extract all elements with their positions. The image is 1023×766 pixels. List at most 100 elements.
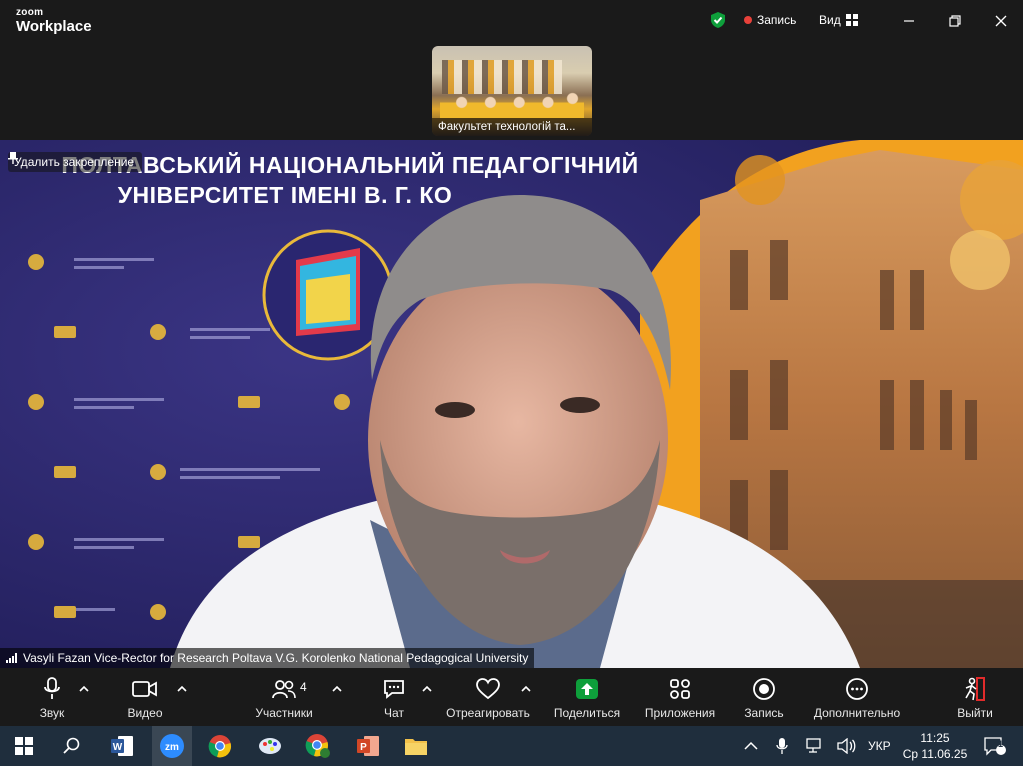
apps-button[interactable]: Приложения	[632, 676, 728, 720]
pin-icon	[8, 152, 18, 164]
video-options-chevron-up-icon[interactable]	[177, 684, 187, 694]
clock[interactable]: 11:25 Ср 11.06.25	[900, 730, 970, 762]
video-label: Видео	[127, 706, 163, 720]
recording-indicator[interactable]: Запись	[744, 13, 796, 27]
svg-text:W: W	[113, 742, 123, 753]
react-button[interactable]: Отреагировать	[440, 676, 536, 720]
thumbnail-background	[442, 60, 562, 94]
search-button[interactable]	[58, 732, 86, 760]
minimize-button[interactable]	[898, 10, 920, 32]
chat-icon	[384, 680, 404, 699]
zoom-app-icon: zm	[160, 734, 184, 758]
microphone-tray-icon	[776, 738, 788, 754]
volume-tray[interactable]	[836, 726, 856, 766]
brand-large: Workplace	[16, 18, 92, 35]
language-label: УКР	[868, 739, 891, 753]
leave-label: Выйти	[957, 706, 993, 720]
meeting-toolbar: Звук Видео Участники 4 Чат Отреагировать	[0, 668, 1023, 726]
audio-button[interactable]: Звук	[4, 676, 100, 720]
network-tray[interactable]	[806, 726, 824, 766]
chat-button[interactable]: Чат	[346, 676, 442, 720]
react-label: Отреагировать	[446, 706, 530, 720]
powerpoint-icon: P	[357, 736, 379, 756]
participant-thumbnail[interactable]: Факультет технологій та...	[432, 46, 592, 136]
record-dot-icon	[744, 16, 752, 24]
mic-tray[interactable]	[776, 726, 788, 766]
share-label: Поделиться	[553, 706, 621, 720]
audio-options-chevron-up-icon[interactable]	[79, 684, 89, 694]
search-icon	[63, 737, 80, 754]
zoom-app[interactable]: zm	[152, 726, 192, 766]
apps-label: Приложения	[644, 706, 716, 720]
windows-logo-icon	[15, 737, 33, 755]
start-button[interactable]	[10, 732, 38, 760]
leave-icon	[965, 677, 985, 701]
speaker-nameplate: Vasyli Fazan Vice-Rector for Research Po…	[0, 648, 535, 668]
chrome-profile-icon	[305, 734, 330, 758]
title-bar: zoom Workplace Запись Вид	[0, 0, 1023, 44]
view-button[interactable]: Вид	[819, 13, 858, 27]
speaker-video-frame	[0, 140, 1023, 668]
unpin-button[interactable]: Удалить закрепление	[8, 152, 143, 172]
share-screen-icon	[576, 679, 598, 699]
word-icon: W	[111, 736, 133, 756]
view-label: Вид	[819, 13, 841, 27]
record-button[interactable]: Запись	[716, 676, 812, 720]
chat-options-chevron-up-icon[interactable]	[422, 684, 432, 694]
share-screen-button[interactable]: Поделиться	[539, 676, 635, 720]
camera-icon	[132, 681, 157, 697]
chrome-icon	[208, 735, 232, 758]
clock-time: 11:25	[920, 731, 950, 745]
palette-icon	[259, 738, 281, 754]
leave-button[interactable]: Выйти	[927, 676, 1023, 720]
record-icon	[753, 678, 775, 700]
folder-icon	[405, 739, 427, 755]
thumbnail-label: Факультет технологій та...	[432, 118, 592, 136]
paint-app[interactable]	[256, 732, 284, 760]
network-icon	[806, 738, 821, 753]
notification-center-button[interactable]: 1	[984, 726, 1006, 766]
thumbnail-people	[440, 92, 584, 118]
file-explorer-app[interactable]	[402, 732, 430, 760]
notification-count: 1	[998, 739, 1004, 749]
chrome-app[interactable]	[206, 732, 234, 760]
svg-text:zm: zm	[165, 742, 179, 753]
word-app[interactable]: W	[108, 732, 136, 760]
language-indicator[interactable]: УКР	[868, 726, 891, 766]
close-button[interactable]	[990, 10, 1012, 32]
powerpoint-app[interactable]: P	[354, 732, 382, 760]
participants-label: Участники	[255, 706, 313, 720]
heart-icon	[476, 678, 500, 700]
unpin-label: Удалить закрепление	[14, 155, 135, 169]
windows-taskbar: W zm P УКР 11:25 Ср 11.06.25 1	[0, 726, 1023, 766]
participants-count: 4	[300, 680, 307, 694]
clock-date: Ср 11.06.25	[902, 747, 968, 761]
banner-line-2: УНІВЕРСИТЕТ ІМЕНІ В. Г. КО	[117, 182, 453, 208]
more-label: Дополнительно	[813, 706, 901, 720]
zoom-logo: zoom Workplace	[16, 7, 92, 35]
recording-label: Запись	[757, 13, 797, 27]
minimize-icon	[904, 20, 914, 22]
react-options-chevron-up-icon[interactable]	[521, 684, 531, 694]
participants-button[interactable]: Участники	[236, 676, 332, 720]
show-hidden-icons-button[interactable]	[744, 726, 758, 766]
chevron-up-icon	[744, 741, 758, 750]
speaker-icon	[837, 738, 856, 754]
audio-label: Звук	[39, 706, 65, 720]
restore-button[interactable]	[944, 10, 966, 32]
shield-check-icon[interactable]	[709, 11, 727, 29]
more-button[interactable]: Дополнительно	[809, 676, 905, 720]
chrome-profile-app[interactable]	[304, 732, 332, 760]
more-icon	[846, 678, 868, 700]
restore-icon	[949, 15, 961, 27]
brand-small: zoom	[16, 7, 44, 18]
video-button[interactable]: Видео	[97, 676, 193, 720]
thumbnail-strip: Факультет технологій та...	[0, 44, 1023, 140]
grid-view-icon	[845, 14, 858, 26]
apps-icon	[670, 679, 690, 699]
main-video[interactable]: ПОЛТАВСЬКИЙ НАЦІОНАЛЬНИЙ ПЕДАГОГІЧНИЙ УН…	[0, 140, 1023, 668]
record-label: Запись	[744, 706, 784, 720]
microphone-icon	[44, 677, 60, 699]
svg-text:P: P	[360, 742, 367, 753]
participants-options-chevron-up-icon[interactable]	[332, 684, 342, 694]
